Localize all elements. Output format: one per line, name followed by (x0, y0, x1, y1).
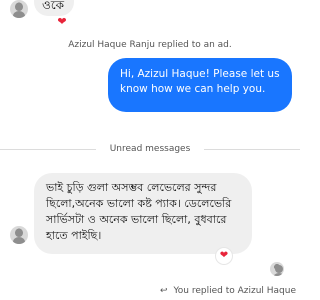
reply-arrow-icon: ↩ (160, 286, 168, 296)
unread-label: Unread messages (109, 144, 191, 154)
heart-reaction[interactable]: ❤ (216, 248, 232, 264)
incoming-message-text: ভাই চুড়ি গুলা অসম্ভব লেভেলের সুন্দর ছিল… (46, 181, 232, 242)
incoming-message-top-text: ওকে (42, 0, 65, 12)
heart-icon: ❤ (219, 250, 229, 261)
outgoing-message[interactable]: Hi, Azizul Haque! Please let us know how… (108, 58, 292, 112)
reply-note: ↩ You replied to Azizul Haque (0, 286, 296, 296)
heart-icon: ❤ (57, 14, 67, 28)
incoming-message[interactable]: ভাই চুড়ি গুলা অসম্ভব লেভেলের সুন্দর ছিল… (34, 173, 252, 254)
ad-reply-note: Azizul Haque Ranju replied to an ad. (68, 40, 232, 50)
outgoing-message-text: Hi, Azizul Haque! Please let us know how… (120, 68, 280, 95)
incoming-message-top[interactable]: ওকে (34, 0, 74, 16)
heart-reaction-top[interactable]: ❤ (54, 13, 70, 29)
unread-divider: Unread messages (0, 142, 300, 156)
divider-line-left (0, 148, 96, 150)
sender-avatar (10, 226, 28, 244)
divider-line-right (204, 148, 300, 150)
reply-note-text: You replied to Azizul Haque (173, 286, 296, 296)
seen-avatar (270, 262, 284, 276)
sender-avatar-top (10, 0, 28, 18)
